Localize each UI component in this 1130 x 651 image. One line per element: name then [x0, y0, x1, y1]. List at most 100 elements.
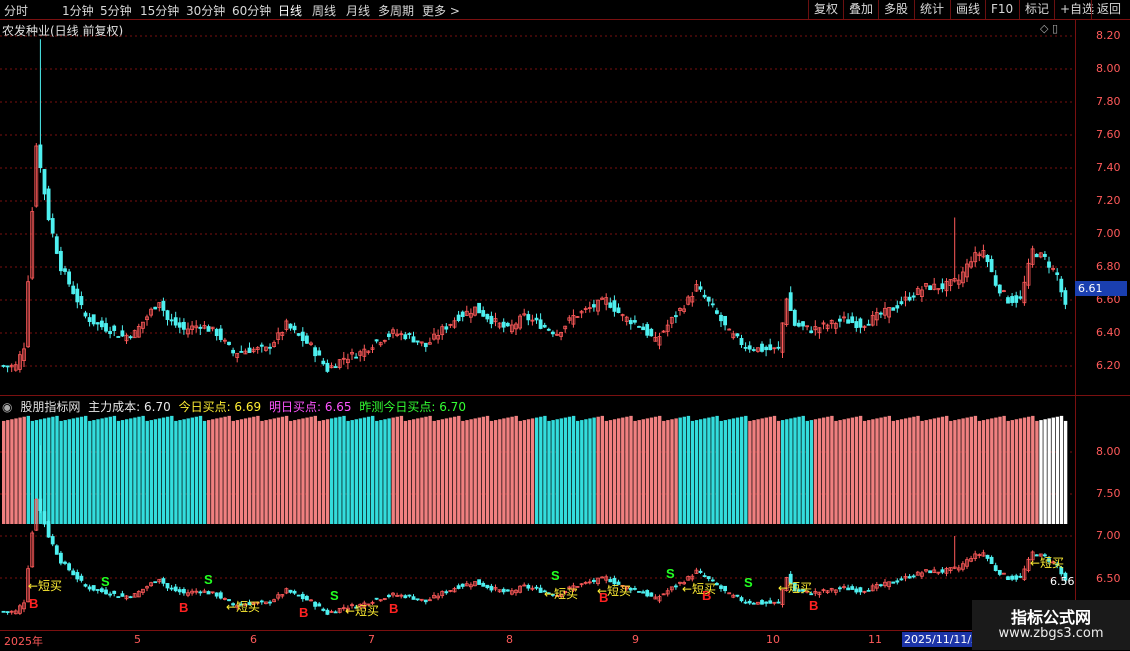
price-candle: [1010, 296, 1014, 303]
indicator-bar: [600, 415, 604, 524]
indicator-bar: [202, 420, 207, 524]
price-candle: [104, 323, 108, 332]
indicator-bar: [141, 415, 145, 524]
price-candle: [592, 304, 596, 308]
indicator-bar: [752, 420, 756, 524]
indicator-axis-label: 7.00: [1096, 529, 1121, 542]
indicator-bar: [387, 418, 391, 524]
price-candle: [325, 362, 330, 372]
indicator-bar: [1014, 419, 1019, 524]
indicator-bar: [567, 416, 572, 524]
indicator-candle: [456, 585, 461, 589]
indicator-candle: [608, 579, 613, 583]
indicator-bar: [153, 419, 158, 524]
indicator-bar: [895, 420, 900, 524]
indicator-bar: [481, 416, 486, 524]
indicator-bar: [59, 420, 63, 524]
indicator-bar: [760, 418, 764, 524]
price-candle: [739, 338, 744, 346]
price-candle: [538, 319, 543, 329]
indicator-bar: [416, 418, 420, 524]
indicator-bar: [1022, 417, 1027, 524]
indicator-bar: [617, 418, 621, 524]
indicator-candle: [46, 521, 51, 538]
indicator-bar: [26, 415, 30, 524]
indicator-bar: [735, 417, 740, 524]
indicator-bar: [1018, 418, 1023, 524]
indicator-bar: [1039, 420, 1043, 524]
price-candle: [153, 306, 158, 310]
date-label: 2025年: [4, 635, 43, 648]
date-label: 5: [134, 633, 141, 646]
indicator-bar: [945, 415, 949, 524]
date-label: 8: [506, 633, 513, 646]
indicator-bar: [436, 420, 440, 524]
indicator-bar: [448, 417, 453, 524]
indicator-bar: [92, 420, 96, 524]
indicator-bar: [477, 417, 481, 524]
indicator-bar: [2, 420, 6, 524]
indicator-bar: [703, 418, 707, 524]
indicator-bar: [805, 420, 809, 524]
price-candle: [321, 360, 326, 365]
indicator-bar: [658, 415, 662, 524]
indicator-bar: [871, 419, 875, 524]
indicator-bar: [100, 418, 104, 524]
price-candle: [702, 294, 707, 298]
indicator-bar: [330, 418, 334, 524]
date-label: 10: [766, 633, 780, 646]
watermark-title: 指标公式网: [1010, 608, 1091, 627]
indicator-bar: [407, 420, 412, 524]
indicator-candle: [645, 590, 650, 597]
indicator-bar: [116, 420, 121, 524]
indicator-bar: [986, 419, 990, 524]
indicator-bar: [940, 416, 945, 524]
indicator-bar: [252, 416, 256, 524]
indicator-bar: [371, 415, 375, 524]
indicator-bar: [740, 416, 744, 524]
indicator-bar: [1043, 419, 1047, 524]
price-candle: [526, 314, 531, 321]
indicator-candle: [612, 577, 617, 585]
price-candle: [79, 296, 84, 306]
indicator-bar: [248, 417, 252, 524]
price-candle: [907, 296, 912, 301]
indicator-bar: [670, 419, 674, 524]
indicator-candle: [907, 576, 912, 579]
indicator-candle: [940, 569, 945, 573]
buy-marker: B: [179, 600, 188, 615]
indicator-bar: [219, 417, 223, 524]
price-candle: [386, 333, 391, 338]
price-axis-label: 7.60: [1096, 128, 1121, 141]
indicator-bar: [551, 420, 555, 524]
price-candle: [501, 321, 506, 328]
price-candle: [292, 325, 297, 331]
price-candle: [173, 317, 178, 326]
short-buy-signal: ←短买: [544, 587, 578, 601]
indicator-candle: [87, 586, 92, 590]
indicator-bar: [10, 419, 14, 524]
indicator-bar: [555, 419, 559, 524]
indicator-candle: [460, 583, 465, 587]
toolbar-button-8[interactable]: 返回: [1091, 0, 1126, 19]
price-candle: [1055, 272, 1060, 276]
indicator-bar: [809, 420, 814, 524]
indicator-bar: [699, 419, 703, 524]
indicator-bar: [957, 419, 961, 524]
chart-canvas[interactable]: B B B BB BBS SSS SS←短买←短买 ←短买←短买 ←短买 ←短买 ←短买←短买: [0, 0, 1076, 630]
date-label: 7: [368, 633, 375, 646]
indicator-bar: [506, 417, 510, 524]
indicator-candle: [104, 589, 108, 595]
price-candle: [838, 318, 842, 322]
indicator-bar: [88, 420, 92, 524]
indicator-bar: [14, 418, 18, 524]
indicator-bar: [727, 419, 732, 524]
indicator-bar: [690, 420, 695, 524]
indicator-bar: [461, 420, 465, 524]
indicator-candle: [54, 545, 59, 555]
indicator-bar: [518, 420, 522, 524]
indicator-candle: [649, 592, 654, 597]
price-candle: [1043, 253, 1047, 257]
indicator-bar: [612, 419, 617, 524]
indicator-candle: [477, 579, 482, 585]
